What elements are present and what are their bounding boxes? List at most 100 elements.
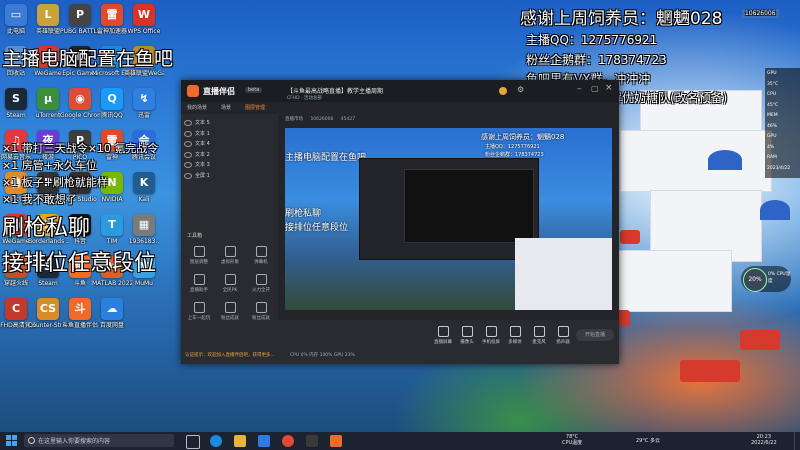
tool-button[interactable]: 全民PK [216,274,244,293]
search-placeholder: 在这里输入你要搜索的内容 [38,438,111,445]
tool-label: 上车一起玩 [187,316,211,321]
tools-title: 工具箱 [187,233,203,239]
source-label: 手机投屏 [482,340,500,345]
preview-overlay-rank: 接排位任意段位 [285,223,349,233]
tab-scene[interactable]: 场景 [221,104,231,111]
store-icon[interactable] [258,435,270,447]
cpu-temp-tray[interactable]: 78°C CPU温度 [562,434,582,446]
streaming-app-window[interactable]: 直播伴侣 beta 【斗鱼最高战略直播】教学主播周期 CFHD · 活动总部 ⚙… [181,80,619,364]
desktop-icon[interactable]: ☁ 百度网盘 [92,298,132,329]
layer-item[interactable]: 文本 3 [181,160,278,170]
eye-icon[interactable] [184,141,192,147]
preview-stage[interactable]: 感谢上周饲养员：魍魉028 主播QQ：1275776921 粉丝企鹅群：1783… [285,128,612,310]
tool-button[interactable]: 粉丝成就 [216,302,244,321]
settings-icon[interactable]: ⚙ [517,85,524,94]
tool-button[interactable]: 弹幕机 [247,246,275,265]
desktop-icon[interactable]: ↯ 迅雷 [124,88,164,119]
tab-my-scene[interactable]: 我的场景 [187,104,207,111]
tool-button[interactable]: 粉丝成就 [247,302,275,321]
app-logo-text: 直播伴侣 [203,87,235,96]
eye-icon[interactable] [184,120,192,126]
layer-name: 文本 4 [195,141,210,147]
tool-button[interactable]: 火力全开 [247,274,275,293]
app-icon: K [133,172,155,194]
layer-item[interactable]: 全屏 1 [181,171,278,181]
preview-overlay-thanks: 感谢上周饲养员：魍魉028 [481,133,565,141]
eye-icon[interactable] [184,162,192,168]
eye-icon[interactable] [184,151,192,158]
clock-date: 2022/6/22 [751,440,777,446]
layer-item[interactable]: 文本 1 [181,129,278,139]
show-desktop-button[interactable] [794,432,800,450]
source-button[interactable]: 直播屏幕 [430,326,456,345]
avatar[interactable] [499,87,507,95]
layer-item[interactable]: 文本 5 [181,118,278,128]
tool-button[interactable]: 图层调整 [185,246,213,265]
app-titlebar[interactable]: 直播伴侣 beta 【斗鱼最高战略直播】教学主播周期 CFHD · 活动总部 ⚙… [181,80,619,102]
desktop-icon[interactable]: ▦ 1936183.. [124,214,164,245]
tool-label: 直播助手 [190,288,208,293]
app-icon: CS [37,298,59,320]
douyu-companion-icon[interactable] [330,435,342,447]
overlay-fan-group: 粉丝企鹅群：178374723 [526,53,667,67]
tool-label: 图层调整 [190,260,208,265]
desktop-icon[interactable]: K Kali [124,172,164,203]
maximize-icon[interactable]: ▢ [591,84,599,93]
overlay-perk: ×1 板子+刷枪就能样 [2,176,108,189]
preview-overlay-private: 刷枪私聊 [285,209,322,219]
source-icon [533,326,545,337]
tool-button[interactable]: 直播助手 [185,274,213,293]
eye-icon[interactable] [184,172,192,179]
app-icon: µ [37,88,59,110]
source-button[interactable]: 手机投屏 [478,326,504,345]
search-icon [28,437,35,444]
bottom-toolbar: 直播屏幕 摄像头 手机投屏 多媒体 麦克风 扬声器 CPU 0% 内存 100% GPU … [278,320,619,364]
monitor-reading: 35°C [767,81,779,87]
tool-icon [193,274,205,285]
perf-status: CPU 0% 内存 100% GPU 23% [290,353,355,358]
task-view-icon[interactable] [186,435,200,449]
tool-button[interactable]: 上车一起玩 [185,302,213,321]
edge-icon[interactable] [210,435,222,447]
source-icon [437,326,449,337]
start-button[interactable] [6,435,18,447]
stage-meta-room: 10626006 [310,117,334,122]
tool-icon [224,302,236,313]
desktop-icon[interactable]: W WPS Office [124,4,164,35]
minimize-icon[interactable]: – [577,84,582,94]
file-explorer-icon[interactable] [234,435,246,447]
monitor-reading: 46% [767,123,778,129]
source-button[interactable]: 扬声器 [550,326,576,345]
tool-button[interactable]: 虚拟形象 [216,246,244,265]
app-icon: 雷 [101,4,123,26]
eye-icon[interactable] [184,130,192,137]
obs-icon[interactable] [306,435,318,447]
app-icon: ☁ [101,298,123,320]
layer-name: 文本 1 [195,130,210,137]
stream-title[interactable]: 【斗鱼最高战略直播】教学主播周期 [287,86,383,95]
close-icon[interactable]: × [605,83,613,93]
desktop-icon-label: 迅雷 [137,112,150,119]
preview-overlay-qq: 主播QQ：1275776921 [485,144,540,150]
clock[interactable]: 20:23 2022/6/22 [751,434,777,446]
source-button[interactable]: 麦克风 [526,326,552,345]
tool-label: 粉丝成就 [252,316,270,321]
source-button[interactable]: 多媒体 [502,326,528,345]
taskbar-search[interactable]: 在这里输入你要搜索的内容 [24,434,174,447]
source-label: 扬声器 [556,340,570,345]
desktop: ▭此电脑L英雄联盟PPUBG BATTLEGR..雷雷神加速器WWPS Offi… [0,0,800,432]
chrome-icon[interactable] [282,435,294,447]
app-icon: P [69,4,91,26]
tab-layers[interactable]: 图层管理 [245,104,265,111]
taskbar: 在这里输入你要搜索的内容 78°C CPU温度 29°C 多云 20:23 20… [0,432,800,450]
tool-icon [224,246,236,257]
source-label: 多媒体 [508,340,522,345]
layer-item[interactable]: 文本 4 [181,139,278,149]
desktop-icon-label: Kali [138,196,150,203]
source-button[interactable]: 摄像头 [454,326,480,345]
source-label: 麦克风 [532,340,546,345]
layer-item[interactable]: 文本 2 [181,150,278,160]
start-stream-button[interactable]: 开始直播 [576,329,614,341]
weather-tray[interactable]: 29°C 多云 [636,437,660,444]
app-icon: ↯ [133,88,155,110]
